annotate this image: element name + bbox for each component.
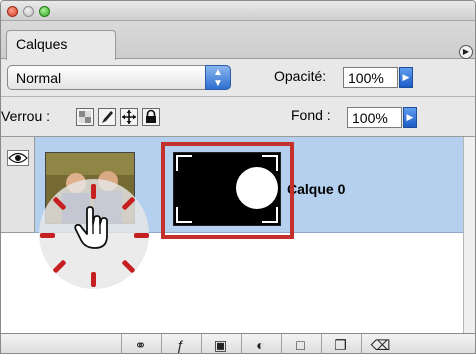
lock-all-icon[interactable] bbox=[142, 108, 160, 126]
mask-corner-bl bbox=[176, 207, 192, 223]
opacity-input[interactable]: 100% bbox=[343, 67, 398, 88]
tab-label: Calques bbox=[16, 36, 68, 52]
layer-name: Calque 0 bbox=[287, 181, 346, 197]
panel-menu-icon[interactable]: ▶ bbox=[459, 45, 473, 59]
hand-cursor-icon bbox=[73, 206, 113, 253]
lock-label: Verrou : bbox=[1, 108, 51, 124]
tab-strip: Calques ▶ bbox=[1, 21, 475, 60]
title-bar bbox=[1, 1, 475, 21]
mask-corner-tr bbox=[262, 155, 278, 171]
fill-label: Fond : bbox=[291, 107, 331, 123]
trash-icon[interactable]: ⌫ bbox=[361, 334, 399, 353]
folder-icon[interactable]: □ bbox=[281, 334, 319, 353]
lock-brush-icon[interactable] bbox=[98, 108, 116, 126]
fill-value: 100% bbox=[352, 110, 388, 126]
eye-icon bbox=[7, 150, 29, 166]
blend-row: Normal ▲ ▼ Opacité: 100% ▶ bbox=[1, 59, 475, 97]
click-ray bbox=[40, 233, 55, 238]
visibility-cell[interactable] bbox=[1, 137, 35, 233]
layer-mask-thumbnail[interactable] bbox=[173, 152, 281, 226]
opacity-value: 100% bbox=[348, 70, 384, 86]
mask-white-circle bbox=[236, 167, 278, 209]
tab-calques[interactable]: Calques bbox=[6, 30, 116, 60]
click-ray bbox=[91, 272, 96, 287]
fill-input[interactable]: 100% bbox=[347, 107, 402, 128]
chevron-updown-icon: ▲ ▼ bbox=[205, 65, 231, 90]
zoom-button[interactable] bbox=[39, 6, 50, 17]
lock-move-icon[interactable] bbox=[120, 108, 138, 126]
mask-icon[interactable]: ▣ bbox=[201, 334, 239, 353]
blend-mode-value: Normal bbox=[16, 70, 62, 86]
adjustment-icon[interactable]: ◐ bbox=[241, 334, 279, 353]
click-ray bbox=[134, 233, 149, 238]
opacity-label: Opacité: bbox=[274, 68, 327, 84]
opacity-slider-button[interactable]: ▶ bbox=[399, 67, 413, 88]
lock-row: Verrou : Fond : 100% ▶ bbox=[1, 97, 475, 137]
layer-toolbar: ⚭ ƒ ▣ ◐ □ ❐ ⌫ bbox=[1, 333, 475, 353]
mask-corner-br bbox=[262, 207, 278, 223]
fx-icon[interactable]: ƒ bbox=[161, 334, 199, 353]
minimize-button[interactable] bbox=[23, 6, 34, 17]
fill-slider-button[interactable]: ▶ bbox=[403, 107, 417, 128]
new-layer-icon[interactable]: ❐ bbox=[321, 334, 359, 353]
layers-panel: Calques ▶ Normal ▲ ▼ Opacité: 100% ▶ Verr… bbox=[0, 0, 476, 354]
click-ray bbox=[91, 184, 96, 199]
scrollbar[interactable] bbox=[463, 137, 475, 333]
lock-transparency-icon[interactable] bbox=[76, 108, 94, 126]
mask-corner-tl bbox=[176, 155, 192, 171]
link-icon[interactable]: ⚭ bbox=[121, 334, 159, 353]
close-button[interactable] bbox=[7, 6, 18, 17]
blend-mode-select[interactable]: Normal ▲ ▼ bbox=[7, 65, 231, 90]
